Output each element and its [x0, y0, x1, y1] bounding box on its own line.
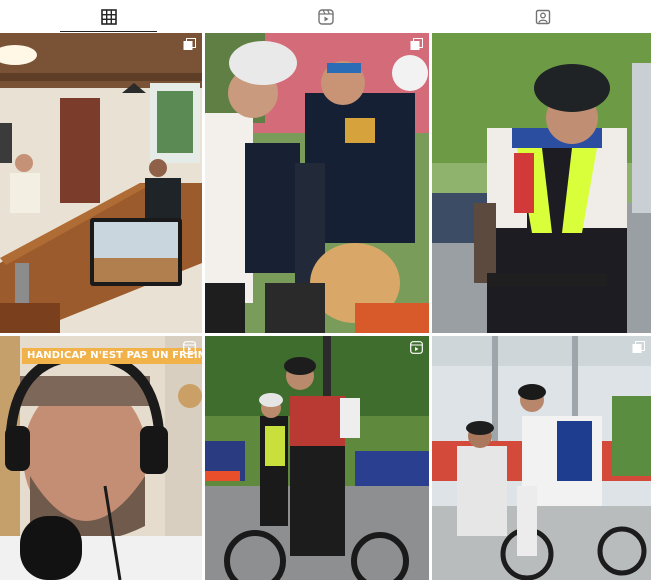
- post-thumbnail[interactable]: [432, 33, 651, 333]
- carousel-icon: [183, 38, 196, 50]
- grid-icon: [100, 8, 117, 25]
- cyclists-with-dog-photo: [205, 33, 429, 333]
- post-thumbnail[interactable]: [432, 336, 651, 580]
- cyclists-with-bikes-photo: [205, 336, 429, 580]
- tab-tagged[interactable]: [434, 0, 651, 33]
- tab-reels[interactable]: [217, 0, 434, 33]
- reels-icon: [317, 8, 334, 25]
- reel-icon: [410, 341, 423, 354]
- post-thumbnail[interactable]: [0, 33, 202, 333]
- meeting-room-photo: [0, 33, 202, 333]
- cyclists-event-photo: [432, 336, 651, 580]
- carousel-icon: [632, 341, 645, 353]
- video-caption-overlay: HANDICAP N'EST PAS UN FREIN: [22, 348, 202, 364]
- podcast-speaker-photo: [0, 336, 202, 580]
- post-thumbnail[interactable]: HANDICAP N'EST PAS UN FREIN: [0, 336, 202, 580]
- profile-tab-bar: [0, 0, 651, 33]
- cyclist-portrait-photo: [432, 33, 651, 333]
- carousel-icon: [410, 38, 423, 50]
- reel-icon: [183, 341, 196, 354]
- post-thumbnail[interactable]: [205, 33, 429, 333]
- tab-posts-grid[interactable]: [0, 0, 217, 33]
- post-thumbnail[interactable]: [205, 336, 429, 580]
- tagged-icon: [535, 9, 550, 24]
- posts-grid: HANDICAP N'EST PAS UN FREIN: [0, 33, 651, 580]
